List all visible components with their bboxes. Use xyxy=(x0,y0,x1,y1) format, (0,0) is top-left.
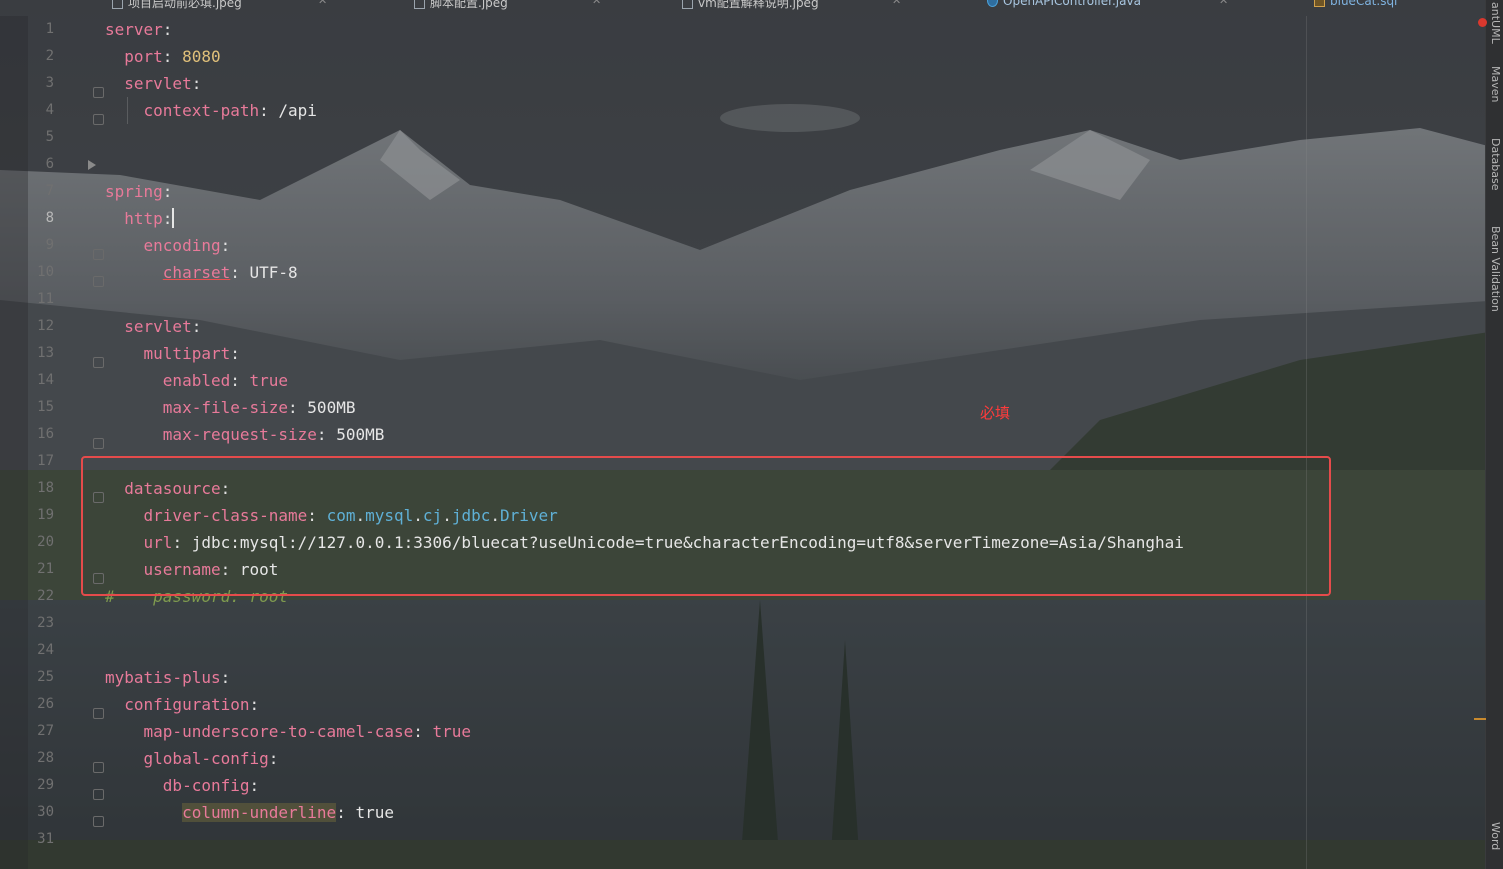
line-number: 25 xyxy=(37,669,54,685)
fold-marker-icon[interactable] xyxy=(93,789,104,800)
text-caret xyxy=(172,208,175,228)
tool-window-plantuml[interactable]: antUML xyxy=(1488,2,1502,44)
required-label: 必填 xyxy=(980,404,1011,422)
line-number: 19 xyxy=(37,507,54,523)
line-number: 23 xyxy=(37,615,54,631)
code-line[interactable]: port: 8080 xyxy=(105,43,220,70)
line-number: 12 xyxy=(37,318,54,334)
code-line[interactable]: configuration: xyxy=(105,691,259,718)
code-line[interactable]: global-config: xyxy=(105,745,279,772)
fold-marker-icon[interactable] xyxy=(93,708,104,719)
image-file-icon xyxy=(682,0,693,9)
fold-marker-icon[interactable] xyxy=(93,438,104,449)
line-number: 13 xyxy=(37,345,54,361)
line-number: 22 xyxy=(37,588,54,604)
code-line[interactable]: context-path: /api xyxy=(105,97,317,124)
fold-marker-icon[interactable] xyxy=(93,357,104,368)
required-highlight-box xyxy=(81,456,1331,596)
close-icon[interactable]: ✕ xyxy=(892,0,901,7)
editor-scrollbar[interactable] xyxy=(1475,30,1484,868)
tab-bluecat-sql[interactable]: blueCat.sql xyxy=(1314,0,1397,10)
code-line[interactable]: servlet: xyxy=(105,313,201,340)
error-indicator-icon[interactable] xyxy=(1478,18,1487,27)
line-number: 29 xyxy=(37,777,54,793)
line-number: 18 xyxy=(37,480,54,496)
line-number: 2 xyxy=(45,48,54,64)
fold-marker-icon[interactable] xyxy=(93,249,104,260)
line-number: 4 xyxy=(45,102,54,118)
code-line[interactable]: servlet: xyxy=(105,70,201,97)
fold-marker-icon[interactable] xyxy=(93,114,104,125)
line-number: 20 xyxy=(37,534,54,550)
line-number: 5 xyxy=(45,129,54,145)
line-number: 28 xyxy=(37,750,54,766)
line-number: 16 xyxy=(37,426,54,442)
line-number-gutter[interactable]: 1 2 3 4 5 6 7 8 9 10 11 12 13 14 15 16 1… xyxy=(0,16,104,869)
line-number: 15 xyxy=(37,399,54,415)
code-line[interactable]: column-underline: true xyxy=(105,799,394,826)
fold-marker-icon[interactable] xyxy=(93,276,104,287)
tool-window-word[interactable]: Word xyxy=(1488,822,1502,850)
close-icon[interactable]: ✕ xyxy=(318,0,327,7)
close-icon[interactable]: ✕ xyxy=(592,0,601,7)
close-icon[interactable]: ✕ xyxy=(1219,0,1228,7)
code-line[interactable]: server: xyxy=(105,16,172,43)
code-line[interactable]: spring: xyxy=(105,178,172,205)
line-number: 30 xyxy=(37,804,54,820)
line-number: 10 xyxy=(37,264,54,280)
line-number: 24 xyxy=(37,642,54,658)
line-number: 14 xyxy=(37,372,54,388)
code-line[interactable]: encoding: xyxy=(105,232,231,259)
line-number: 17 xyxy=(37,453,54,469)
image-file-icon xyxy=(112,0,123,9)
line-number: 27 xyxy=(37,723,54,739)
code-line[interactable]: multipart: xyxy=(105,340,240,367)
line-number: 31 xyxy=(37,831,54,847)
image-file-icon xyxy=(414,0,425,9)
code-line-current[interactable]: http: xyxy=(105,205,175,232)
line-number: 9 xyxy=(45,237,54,253)
code-editor[interactable]: server: port: 8080 servlet: context-path… xyxy=(105,16,1405,869)
fold-marker-icon[interactable] xyxy=(93,816,104,827)
tab-startup-image[interactable]: 项目启动前必填.jpeg ✕ xyxy=(112,0,327,10)
editor-tab-bar: 项目启动前必填.jpeg ✕ 脚本配置.jpeg ✕ vm配置解释说明.jpeg… xyxy=(0,0,1480,10)
warning-marker[interactable] xyxy=(1474,718,1486,720)
tab-vm-config[interactable]: vm配置解释说明.jpeg ✕ xyxy=(682,0,901,10)
line-number: 26 xyxy=(37,696,54,712)
line-number: 6 xyxy=(45,156,54,172)
tool-window-maven[interactable]: Maven xyxy=(1488,66,1502,102)
tab-script-config[interactable]: 脚本配置.jpeg ✕ xyxy=(414,0,601,10)
tool-window-bean-validation[interactable]: Bean Validation xyxy=(1488,226,1502,312)
code-line[interactable]: max-request-size: 500MB xyxy=(105,421,385,448)
line-number: 3 xyxy=(45,75,54,91)
fold-marker-icon[interactable] xyxy=(93,762,104,773)
java-class-icon xyxy=(987,0,998,7)
code-line[interactable]: mybatis-plus: xyxy=(105,664,230,691)
sql-file-icon xyxy=(1314,0,1325,7)
fold-marker-icon[interactable] xyxy=(93,87,104,98)
code-line[interactable]: charset: UTF-8 xyxy=(105,259,298,286)
tab-openapi-controller[interactable]: OpenAPIController.java ✕ xyxy=(987,0,1228,10)
right-tool-strip: antUML Maven Database Bean Validation Wo… xyxy=(1485,0,1503,869)
line-number: 7 xyxy=(45,183,54,199)
line-number: 1 xyxy=(45,21,54,37)
line-number: 11 xyxy=(37,291,54,307)
code-line[interactable]: max-file-size: 500MB xyxy=(105,394,356,421)
line-number-current: 8 xyxy=(45,210,54,226)
code-line[interactable]: enabled: true xyxy=(105,367,288,394)
fold-collapsed-icon[interactable] xyxy=(88,160,96,170)
code-line[interactable]: db-config: xyxy=(105,772,259,799)
line-number: 21 xyxy=(37,561,54,577)
code-line[interactable]: map-underscore-to-camel-case: true xyxy=(105,718,472,745)
tool-window-database[interactable]: Database xyxy=(1488,138,1502,191)
